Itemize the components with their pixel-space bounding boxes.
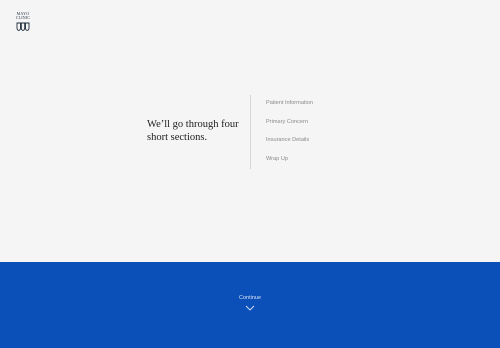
section-item-patient-information[interactable]: Patient Information [250,95,370,114]
section-item-primary-concern[interactable]: Primary Concern [250,113,370,132]
shield-icon [16,22,30,31]
page: MAYO CLINIC We’ll go through four short … [0,0,500,348]
intro-heading: We’ll go through four short sections. [147,119,239,143]
logo-line-2: CLINIC [15,15,31,21]
section-list: Patient Information Primary Concern Insu… [250,95,370,169]
section-item-wrap-up[interactable]: Wrap Up [250,150,370,169]
section-item-insurance-details[interactable]: Insurance Details [250,132,370,151]
mayo-clinic-logo[interactable]: MAYO CLINIC [14,11,32,31]
content-area: MAYO CLINIC We’ll go through four short … [0,0,500,262]
continue-label: Continue [238,295,262,301]
continue-button[interactable]: Continue [0,295,500,311]
chevron-down-icon [245,305,255,311]
